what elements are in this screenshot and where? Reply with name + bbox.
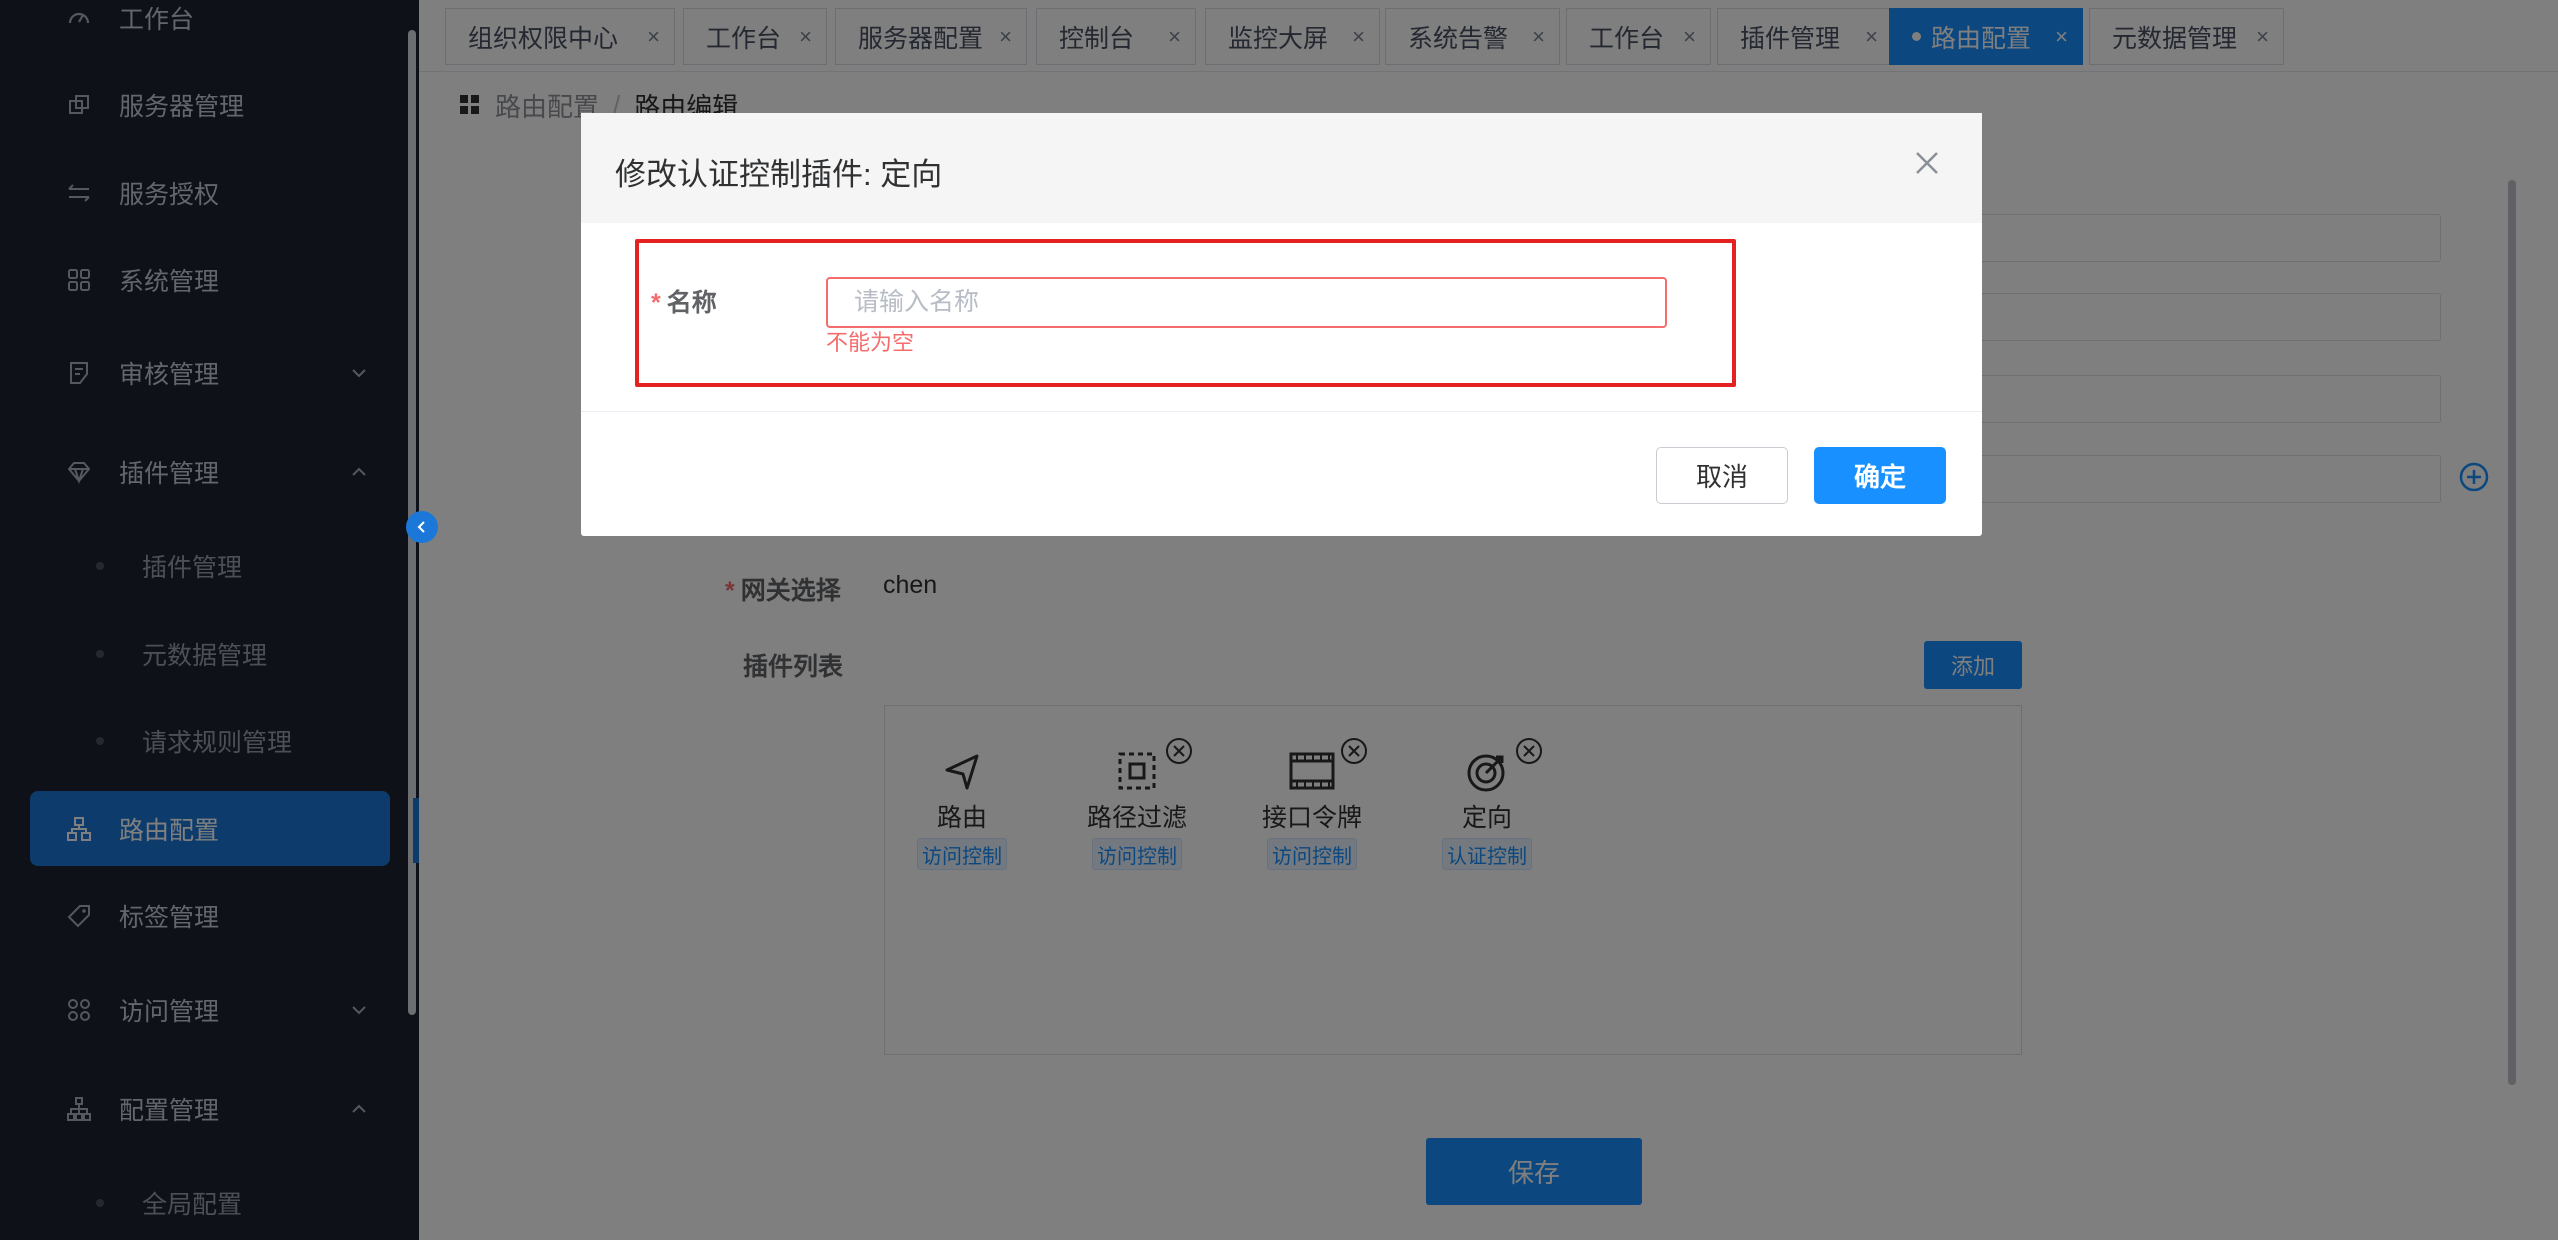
dialog-header: 修改认证控制插件: 定向 [581,113,1982,223]
name-input-wrapper [826,277,1667,328]
cancel-button[interactable]: 取消 [1656,447,1788,504]
close-icon[interactable] [1909,145,1945,181]
name-label: * 名称 [651,289,717,317]
sidebar-collapse-button[interactable] [406,511,438,543]
chevron-left-icon [417,521,425,533]
name-input[interactable] [828,279,1665,326]
required-mark: * [651,289,661,317]
name-error-text: 不能为空 [826,330,915,355]
confirm-button[interactable]: 确定 [1814,447,1946,504]
dialog-title: 修改认证控制插件: 定向 [615,157,943,192]
dialog-footer-divider [581,411,1982,412]
edit-plugin-dialog: 修改认证控制插件: 定向 *名称 不能为空 取消 确定 [581,113,1982,536]
